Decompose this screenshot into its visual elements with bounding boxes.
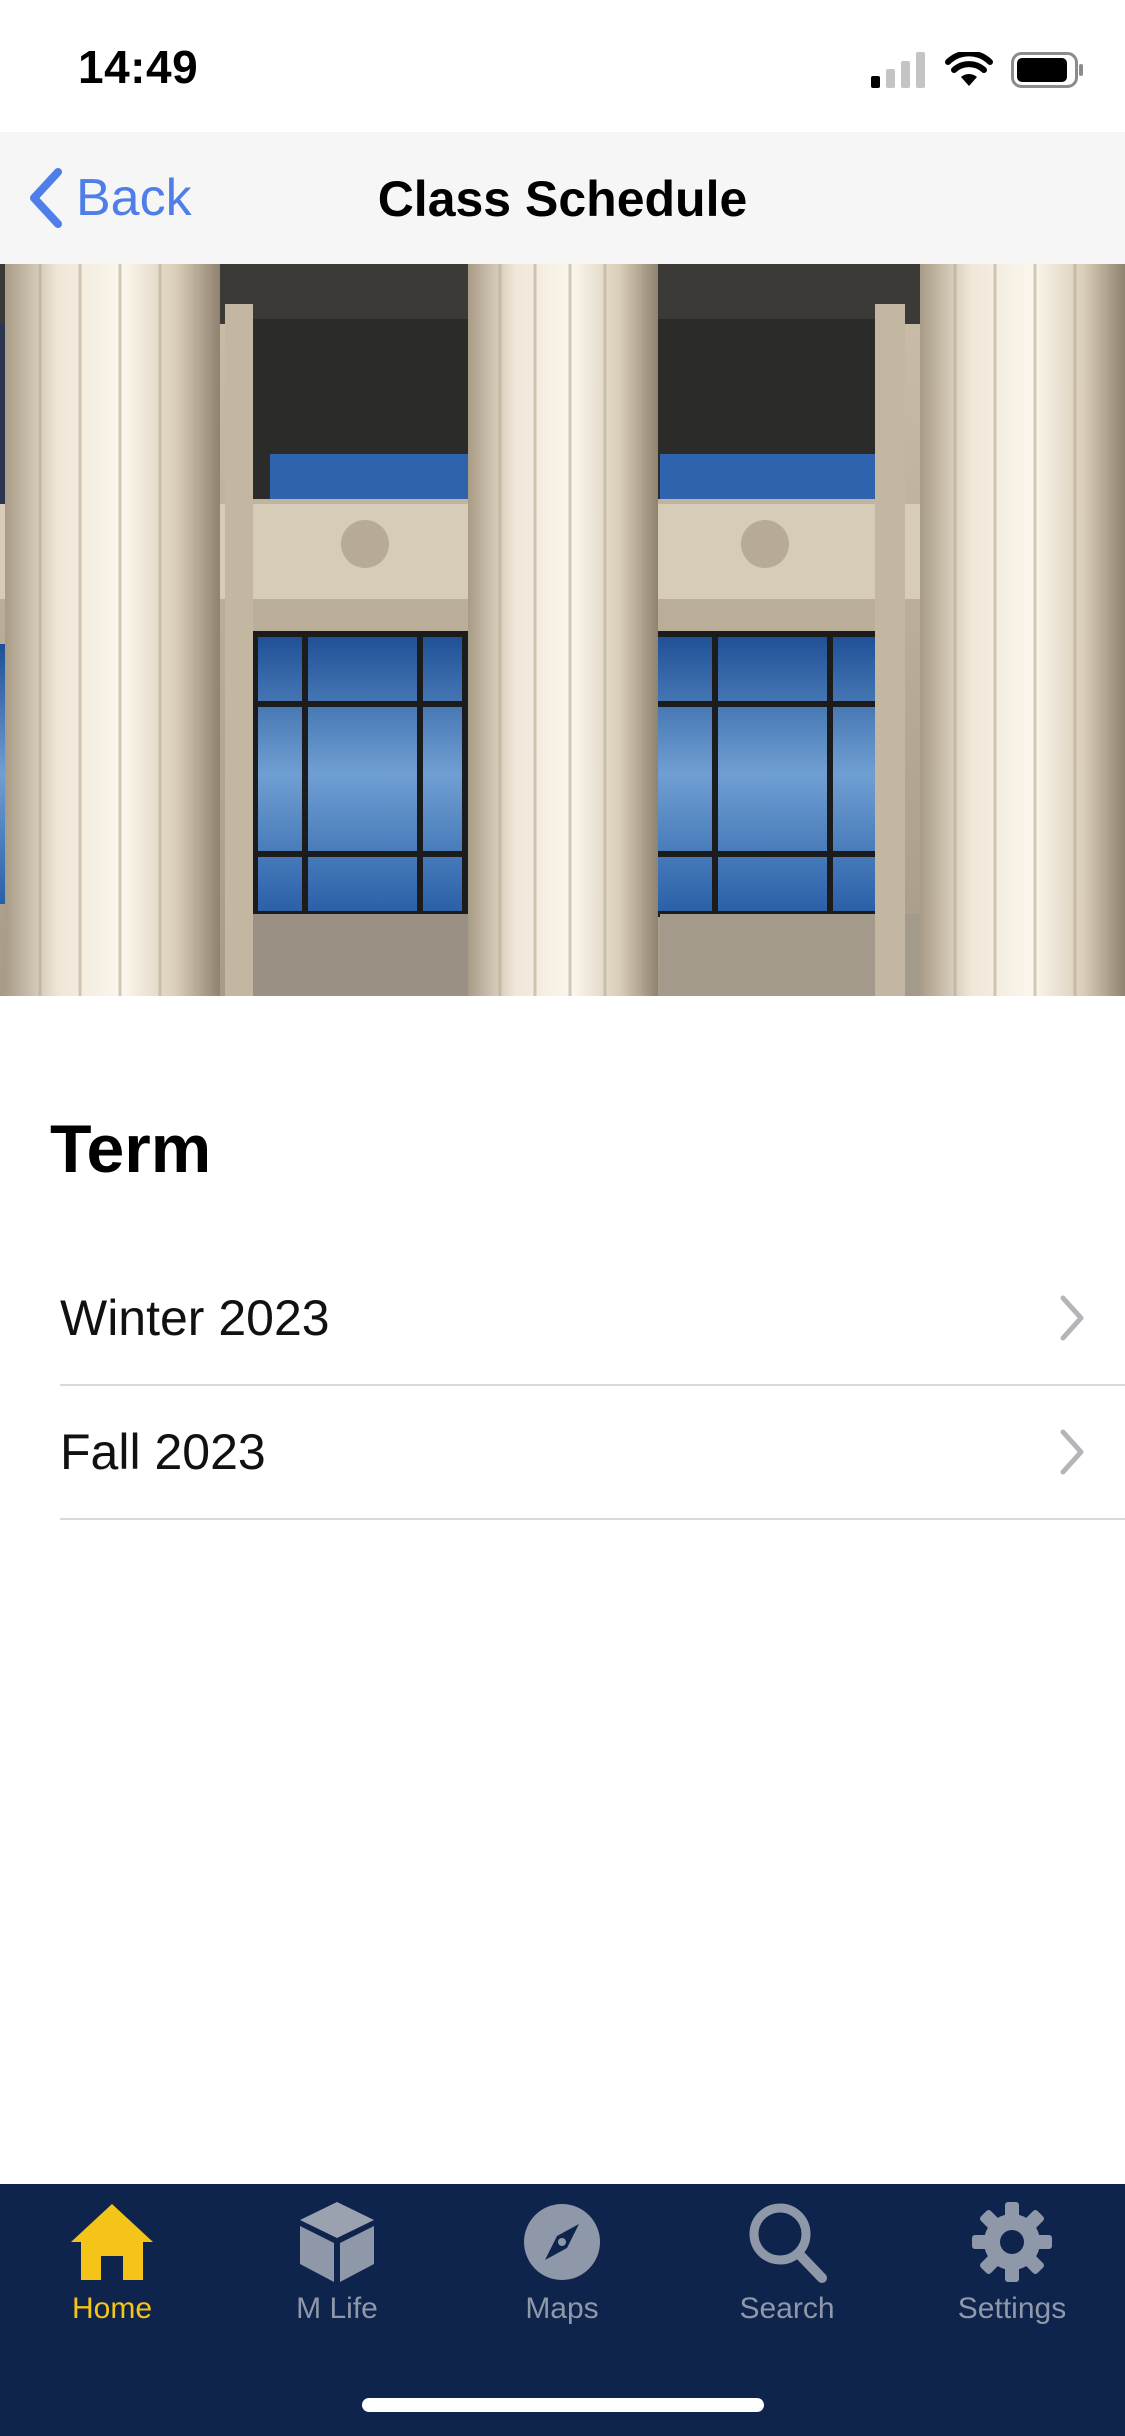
tab-label: Search [739,2292,835,2325]
term-row-winter-2023[interactable]: Winter 2023 [60,1252,1125,1386]
tab-m-life[interactable]: M Life [257,2200,417,2350]
tab-label: Home [71,2292,153,2325]
tab-label: M Life [296,2292,378,2325]
status-time: 14:49 [78,41,199,93]
term-label: Winter 2023 [60,1290,330,1346]
chevron-right-icon [1060,1429,1084,1475]
battery-icon [1011,52,1083,88]
cube-icon [300,2202,374,2282]
wifi-icon [945,52,993,86]
tab-maps[interactable]: Maps [482,2200,642,2350]
term-row-fall-2023[interactable]: Fall 2023 [60,1386,1125,1520]
hero-image [0,264,1125,996]
tab-search[interactable]: Search [707,2200,867,2350]
tab-label: Maps [525,2292,599,2325]
tab-bar: Home M Life Maps Search Settings [0,2184,1125,2436]
term-list: Winter 2023 Fall 2023 [0,1252,1125,1520]
chevron-left-icon [30,168,62,228]
tab-settings[interactable]: Settings [932,2200,1092,2350]
home-indicator[interactable] [362,2398,764,2412]
back-label: Back [76,169,192,227]
building-columns-image [0,264,1125,996]
back-button[interactable]: Back [26,168,192,228]
compass-icon [524,2204,600,2280]
status-icons [871,48,1085,92]
gear-icon [972,2202,1052,2282]
section-title-term: Term [50,1111,212,1187]
tab-home[interactable]: Home [32,2200,192,2350]
navigation-bar: Class Schedule Back [0,132,1125,264]
term-label: Fall 2023 [60,1424,266,1480]
chevron-right-icon [1060,1295,1084,1341]
home-icon [71,2204,153,2280]
tab-label: Settings [957,2292,1067,2325]
cellular-signal-icon [871,52,925,88]
search-icon [749,2203,827,2283]
status-bar: 14:49 [0,0,1125,132]
